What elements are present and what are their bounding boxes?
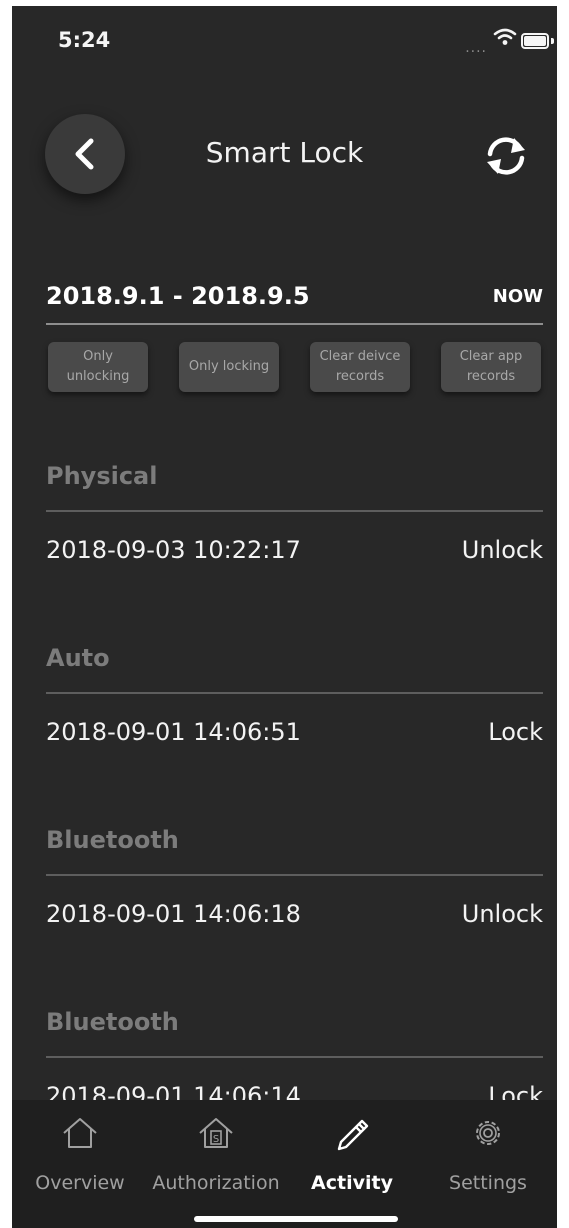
record-time: 2018-09-03 10:22:17 <box>46 536 301 564</box>
tab-activity[interactable]: Activity <box>284 1100 420 1228</box>
pencil-icon <box>284 1116 420 1151</box>
filter-button-row: Only unlocking Only locking Clear deivce… <box>48 342 541 392</box>
record-source: Bluetooth <box>46 826 179 854</box>
home-icon <box>12 1116 148 1150</box>
app-screen: 5:24 .... Smart Lock 2018.9.1 - 2018.9.5… <box>12 6 557 1228</box>
divider <box>46 874 543 876</box>
wifi-icon <box>493 28 517 50</box>
home-s-icon: S <box>148 1116 284 1150</box>
gear-icon <box>420 1116 556 1150</box>
home-indicator <box>194 1216 398 1222</box>
divider <box>46 323 543 325</box>
tab-label: Authorization <box>152 1172 280 1194</box>
now-button[interactable]: NOW <box>493 286 543 307</box>
signal-icon: .... <box>465 40 487 56</box>
svg-text:S: S <box>213 1134 219 1145</box>
tab-bar: Overview S Authorization Activity Settin… <box>12 1100 557 1228</box>
battery-icon <box>521 33 549 49</box>
clear-app-records-button[interactable]: Clear app records <box>441 342 541 392</box>
refresh-icon <box>487 137 525 175</box>
record-source: Bluetooth <box>46 1008 179 1036</box>
refresh-button[interactable] <box>475 132 537 180</box>
date-range[interactable]: 2018.9.1 - 2018.9.5 <box>46 282 310 310</box>
record-time: 2018-09-01 14:06:18 <box>46 900 301 928</box>
status-bar: 5:24 .... <box>12 6 557 76</box>
clear-device-records-button[interactable]: Clear deivce records <box>310 342 410 392</box>
record-source: Auto <box>46 644 110 672</box>
tab-overview[interactable]: Overview <box>12 1100 148 1228</box>
tab-authorization[interactable]: S Authorization <box>148 1100 284 1228</box>
only-locking-button[interactable]: Only locking <box>179 342 279 392</box>
record-source: Physical <box>46 462 158 490</box>
tab-label: Overview <box>35 1172 125 1194</box>
only-unlocking-button[interactable]: Only unlocking <box>48 342 148 392</box>
divider <box>46 692 543 694</box>
record-time: 2018-09-01 14:06:51 <box>46 718 301 746</box>
status-time: 5:24 <box>58 28 111 52</box>
battery-tip <box>551 38 554 44</box>
tab-label: Activity <box>311 1172 393 1194</box>
divider <box>46 1056 543 1058</box>
record-action: Lock <box>488 718 543 746</box>
record-action: Unlock <box>461 536 543 564</box>
divider <box>46 510 543 512</box>
tab-settings[interactable]: Settings <box>420 1100 556 1228</box>
tab-label: Settings <box>449 1172 527 1194</box>
record-action: Unlock <box>461 900 543 928</box>
